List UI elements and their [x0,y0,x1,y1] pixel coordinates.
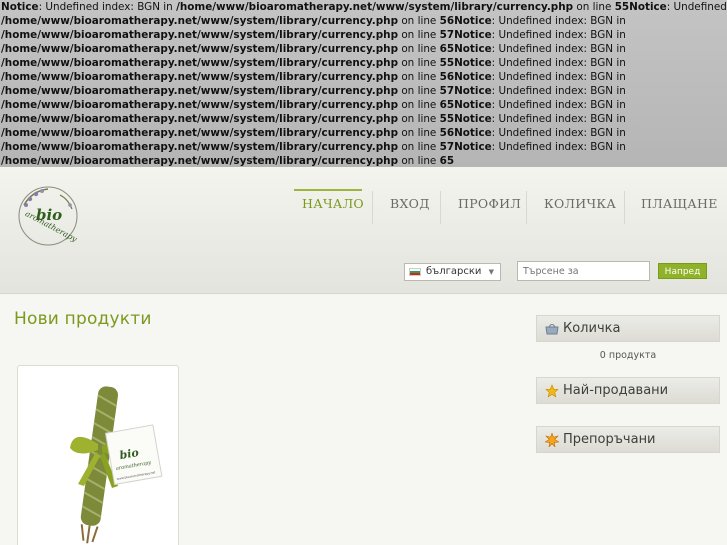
php-notice-segment: Notice [1,1,39,13]
php-notice-segment: 57Notice [439,141,492,153]
php-notice-segment: on line [398,99,440,111]
php-notice-segment: : Undefined index: BGN in [491,113,626,125]
php-notice-segment: 57Notice [439,29,492,41]
php-notice-segment: : Undefined index: BGN in [666,1,727,13]
php-notice-segment: on line [398,57,440,69]
nav-item-login[interactable]: ВХОД [390,196,430,211]
php-notice-line: /home/www/bioaromatherapy.net/www/system… [1,112,727,126]
cart-icon [545,324,559,335]
burst-icon [545,433,559,447]
nav-separator [526,191,527,224]
php-notice-line: /home/www/bioaromatherapy.net/www/system… [1,98,727,112]
php-notice-segment: on line [398,29,440,41]
php-notice-segment: : Undefined index: BGN in [491,43,626,55]
php-notice-segment: /home/www/bioaromatherapy.net/www/system… [1,15,399,27]
star-icon [545,384,559,398]
language-selected: български [426,266,482,277]
php-notice-segment: on line [398,71,440,83]
php-notice-line: /home/www/bioaromatherapy.net/www/system… [1,154,727,167]
php-notice-segment: : Undefined index: BGN in [38,1,177,13]
php-notice-segment: on line [573,1,615,13]
php-notice-line: /home/www/bioaromatherapy.net/www/system… [1,84,727,98]
php-notice-segment: 56Notice [439,15,492,27]
php-notice-segment: 65 [439,155,455,167]
php-notice-segment: /home/www/bioaromatherapy.net/www/system… [1,127,399,139]
product-card[interactable]: bio aromatherapy www.bioaromatherapy.net [17,365,179,545]
php-notice-segment: 65Notice [439,43,492,55]
php-notice-segment: on line [398,155,440,167]
php-notice-segment: /home/www/bioaromatherapy.net/www/system… [1,57,399,69]
sidebar-bestsellers-title: Най-продавани [563,383,669,398]
page-title: Нови продукти [14,309,152,329]
php-notice-line: Notice: Undefined index: BGN in /home/ww… [1,0,727,14]
nav-item-checkout[interactable]: ПЛАЩАНЕ [641,196,718,211]
sidebar-featured-box: Препоръчани [536,426,720,453]
php-notice-segment: 56Notice [439,127,492,139]
flag-bg-icon [409,268,421,276]
php-notice-segment: : Undefined index: BGN in [491,71,626,83]
nav-separator [440,191,441,224]
nav-item-profile[interactable]: ПРОФИЛ [458,196,521,211]
php-notice-segment: : Undefined index: BGN in [491,99,626,111]
php-notice-segment: /home/www/bioaromatherapy.net/www/system… [1,71,399,83]
nav-separator [372,191,373,224]
php-notice-segment: on line [398,85,440,97]
product-image[interactable]: bio aromatherapy www.bioaromatherapy.net [18,366,178,545]
nav-active-indicator [294,189,362,191]
sidebar-featured-title: Препоръчани [563,432,656,447]
php-notice-segment: on line [398,43,440,55]
php-notice-line: /home/www/bioaromatherapy.net/www/system… [1,56,727,70]
php-notice-segment: : Undefined index: BGN in [491,57,626,69]
main-content: Нови продукти bio aromatherapy www.bioar… [0,295,727,545]
php-notice-line: /home/www/bioaromatherapy.net/www/system… [1,140,727,154]
php-notice-segment: 55Notice [614,1,667,13]
php-notice-line: /home/www/bioaromatherapy.net/www/system… [1,42,727,56]
php-notice-segment: /home/www/bioaromatherapy.net/www/system… [176,1,574,13]
site-header: bio aromatherapy НАЧАЛО ВХОД ПРОФИЛ КОЛИ… [0,167,727,294]
php-notice-segment: : Undefined index: BGN in [491,85,626,97]
php-notice-line: /home/www/bioaromatherapy.net/www/system… [1,126,727,140]
php-notice-segment: on line [398,15,440,27]
nav-item-cart[interactable]: КОЛИЧКА [544,196,616,211]
main-nav: НАЧАЛО ВХОД ПРОФИЛ КОЛИЧКА ПЛАЩАНЕ [0,167,727,224]
php-notice-line: /home/www/bioaromatherapy.net/www/system… [1,70,727,84]
php-notice-segment: /home/www/bioaromatherapy.net/www/system… [1,29,399,41]
php-notice-segment: on line [398,127,440,139]
php-notice-segment: /home/www/bioaromatherapy.net/www/system… [1,43,399,55]
php-notice-segment: on line [398,141,440,153]
php-notice-segment: 57Notice [439,85,492,97]
php-notice-line: /home/www/bioaromatherapy.net/www/system… [1,14,727,28]
php-notice-segment: : Undefined index: BGN in [491,15,626,27]
php-notice-segment: 55Notice [439,113,492,125]
php-notice-line: /home/www/bioaromatherapy.net/www/system… [1,28,727,42]
search-input[interactable] [517,261,650,281]
search-button[interactable]: Напред [658,263,707,279]
cart-count: 0 продукта [599,350,657,361]
php-notice-segment: 55Notice [439,57,492,69]
sidebar-bestsellers-box: Най-продавани [536,377,720,404]
php-notice-segment: /home/www/bioaromatherapy.net/www/system… [1,141,399,153]
language-select[interactable]: български ▼ [404,263,501,281]
nav-item-home[interactable]: НАЧАЛО [302,196,364,211]
php-notice-segment: /home/www/bioaromatherapy.net/www/system… [1,155,399,167]
php-notice-segment: : Undefined index: BGN in [491,127,626,139]
php-notice-segment: 65Notice [439,99,492,111]
sidebar-cart-box: Количка [536,315,720,342]
php-notice-segment: 56Notice [439,71,492,83]
php-notice-segment: /home/www/bioaromatherapy.net/www/system… [1,85,399,97]
php-notice-segment: : Undefined index: BGN in [491,29,626,41]
php-notice-block: Notice: Undefined index: BGN in /home/ww… [0,0,727,167]
sidebar-cart-title: Количка [563,321,621,336]
php-notice-segment: on line [398,113,440,125]
php-notice-segment: /home/www/bioaromatherapy.net/www/system… [1,99,399,111]
php-notice-segment: : Undefined index: BGN in [491,141,626,153]
php-notice-segment: /home/www/bioaromatherapy.net/www/system… [1,113,399,125]
chevron-down-icon: ▼ [488,268,494,276]
nav-separator [624,191,625,224]
